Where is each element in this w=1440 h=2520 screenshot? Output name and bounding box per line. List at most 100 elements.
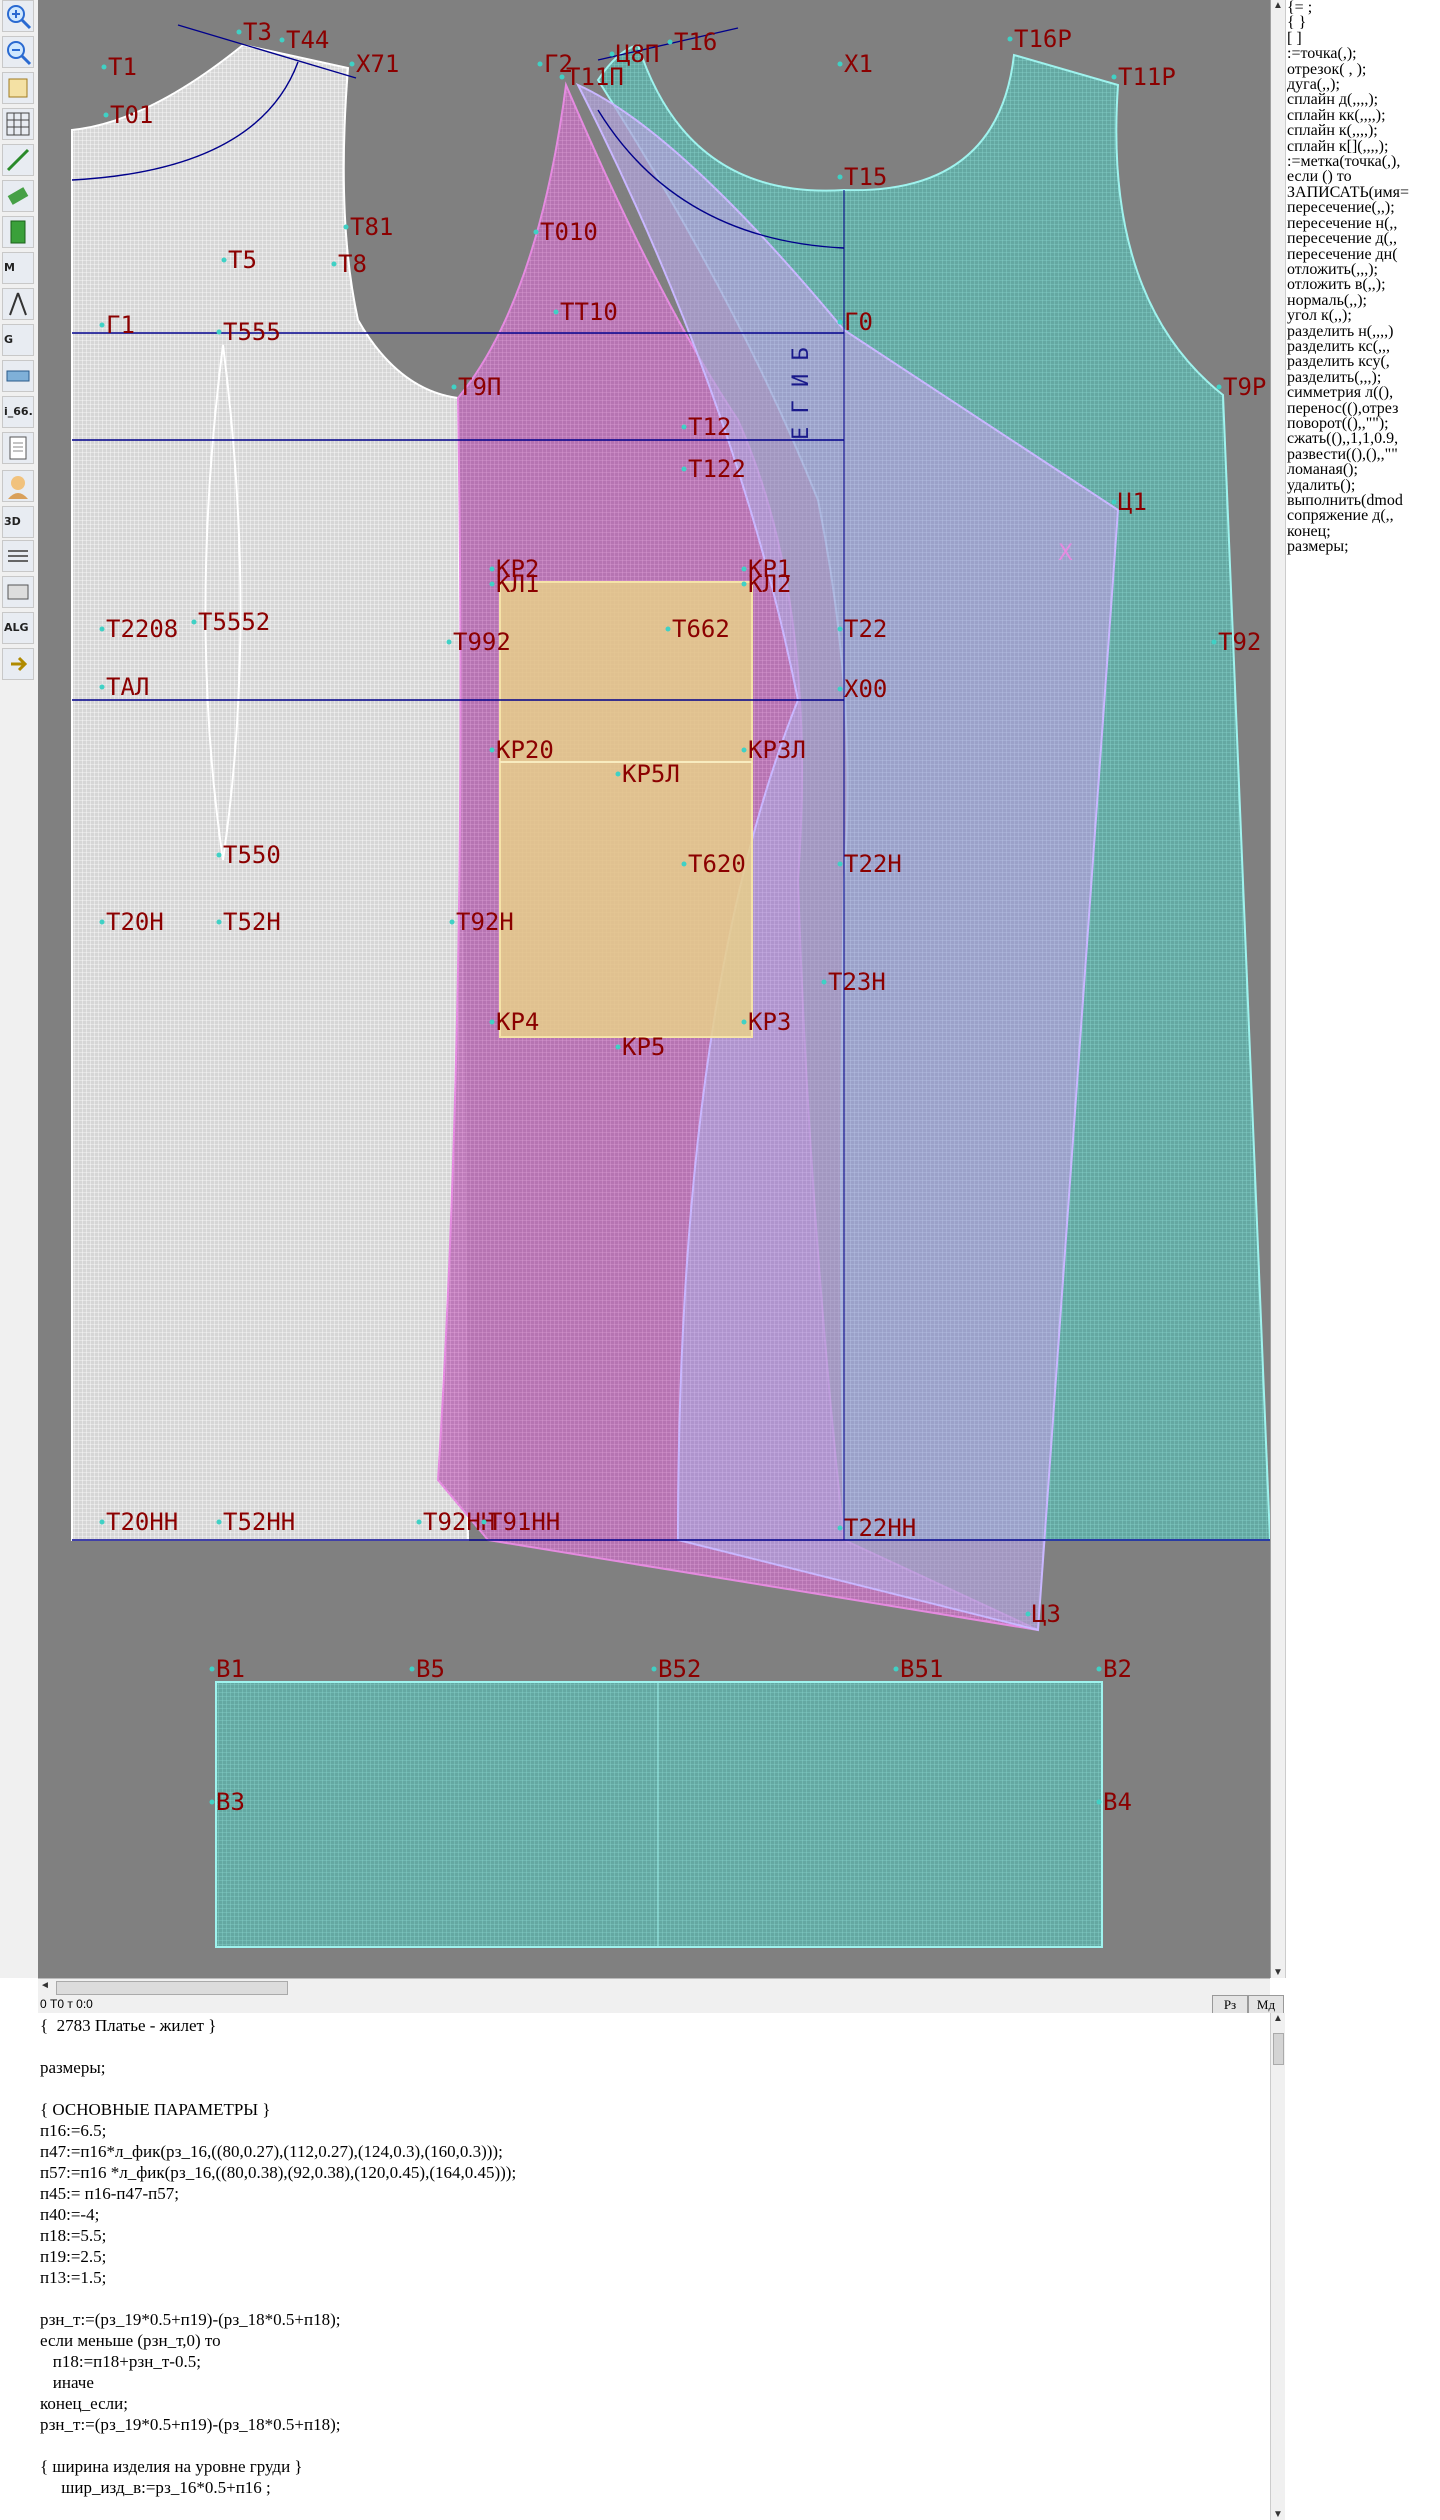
pocket-panel[interactable] bbox=[499, 581, 753, 1038]
measure-icon[interactable] bbox=[2, 360, 34, 392]
construction-point[interactable] bbox=[409, 1666, 415, 1672]
construction-point[interactable] bbox=[221, 257, 227, 263]
command-item[interactable]: [ ] bbox=[1287, 30, 1440, 46]
code-line[interactable]: рзн_т:=(рз_19*0.5+п19)-(рз_18*0.5+п18); bbox=[40, 2414, 1270, 2435]
code-editor-scrollbar[interactable]: ▲ ▼ bbox=[1270, 2013, 1285, 2520]
pattern-canvas[interactable]: Е Г И Б X T1 T3 T44 X71 T01 T81 T5 T8 Г1 T555 Г2 Ц8… bbox=[38, 0, 1270, 1978]
construction-point[interactable] bbox=[349, 61, 355, 67]
scroll-icon[interactable] bbox=[2, 72, 34, 104]
construction-point[interactable] bbox=[216, 919, 222, 925]
construction-point[interactable] bbox=[489, 1019, 495, 1025]
construction-point[interactable] bbox=[1025, 1611, 1031, 1617]
command-item[interactable]: выполнить(dmod bbox=[1287, 492, 1440, 508]
construction-point[interactable] bbox=[681, 861, 687, 867]
command-item[interactable]: если () то bbox=[1287, 169, 1440, 185]
command-item[interactable]: пересечение дн( bbox=[1287, 246, 1440, 262]
construction-point[interactable] bbox=[216, 1519, 222, 1525]
command-item[interactable]: симметрия л((), bbox=[1287, 384, 1440, 400]
construction-point[interactable] bbox=[1096, 1666, 1102, 1672]
ruler-icon[interactable] bbox=[2, 216, 34, 248]
construction-point[interactable] bbox=[1111, 499, 1117, 505]
code-line[interactable]: п47:=п16*л_фик(рз_16,((80,0.27),(112,0.2… bbox=[40, 2141, 1270, 2162]
back-panel[interactable] bbox=[71, 43, 470, 1541]
construction-point[interactable] bbox=[615, 771, 621, 777]
command-item[interactable]: отрезок( , ); bbox=[1287, 61, 1440, 77]
command-item[interactable]: сплайн к(,,,,); bbox=[1287, 123, 1440, 139]
construction-point[interactable] bbox=[489, 581, 495, 587]
construction-point[interactable] bbox=[1007, 36, 1013, 42]
construction-point[interactable] bbox=[741, 1019, 747, 1025]
construction-point[interactable] bbox=[609, 51, 615, 57]
construction-point[interactable] bbox=[837, 626, 843, 632]
construction-point[interactable] bbox=[667, 39, 673, 45]
construction-point[interactable] bbox=[615, 1044, 621, 1050]
construction-point[interactable] bbox=[101, 64, 107, 70]
scroll-down-icon[interactable]: ▼ bbox=[1273, 1967, 1283, 1978]
construction-point[interactable] bbox=[99, 684, 105, 690]
construction-point[interactable] bbox=[451, 384, 457, 390]
avatar-icon[interactable] bbox=[2, 470, 34, 502]
command-item[interactable]: разделить(,,,); bbox=[1287, 369, 1440, 385]
scroll-up-icon[interactable]: ▲ bbox=[1273, 2013, 1283, 2024]
construction-point[interactable] bbox=[651, 1666, 657, 1672]
command-item[interactable]: нормаль(,,); bbox=[1287, 292, 1440, 308]
code-line[interactable]: п57:=п16 *л_фик(рз_16,((80,0.38),(92,0.3… bbox=[40, 2162, 1270, 2183]
command-item[interactable]: отложить в(,,); bbox=[1287, 277, 1440, 293]
construction-point[interactable] bbox=[837, 61, 843, 67]
command-panel-scrollbar[interactable]: ▲ ▼ bbox=[1271, 0, 1286, 1978]
construction-point[interactable] bbox=[331, 261, 337, 267]
command-item[interactable]: {= ; bbox=[1287, 0, 1440, 16]
scroll-left-icon[interactable]: ◄ bbox=[40, 1980, 50, 1991]
stack-icon[interactable] bbox=[2, 576, 34, 608]
code-line[interactable]: п45:= п16-п47-п57; bbox=[40, 2183, 1270, 2204]
command-item[interactable]: размеры; bbox=[1287, 539, 1440, 555]
code-line[interactable]: размеры; bbox=[40, 2057, 1270, 2078]
construction-point[interactable] bbox=[481, 1519, 487, 1525]
scroll-up-icon[interactable]: ▲ bbox=[1273, 0, 1283, 11]
construction-point[interactable] bbox=[1216, 384, 1222, 390]
md-button[interactable]: Мд bbox=[1248, 1995, 1284, 2014]
construction-point[interactable] bbox=[216, 852, 222, 858]
command-item[interactable]: ломаная(); bbox=[1287, 461, 1440, 477]
code-line[interactable] bbox=[40, 2036, 1270, 2057]
command-item[interactable]: разделить кс(,,, bbox=[1287, 338, 1440, 354]
code-line[interactable]: шир_изд_в:=рз_16*0.5+п16 ; bbox=[40, 2477, 1270, 2498]
model-id-icon[interactable]: i_66. bbox=[2, 396, 34, 428]
construction-point[interactable] bbox=[821, 979, 827, 985]
macro-icon[interactable]: M bbox=[2, 252, 34, 284]
command-item[interactable]: удалить(); bbox=[1287, 477, 1440, 493]
construction-point[interactable] bbox=[837, 861, 843, 867]
layers-icon[interactable] bbox=[2, 540, 34, 572]
command-item[interactable]: разделить ксу(, bbox=[1287, 354, 1440, 370]
construction-point[interactable] bbox=[681, 466, 687, 472]
command-item[interactable]: поворот((),,""); bbox=[1287, 415, 1440, 431]
construction-point[interactable] bbox=[449, 919, 455, 925]
scroll-thumb[interactable] bbox=[1273, 2033, 1284, 2065]
construction-point[interactable] bbox=[236, 29, 242, 35]
code-line[interactable]: если меньше (рзн_т,0) то bbox=[40, 2330, 1270, 2351]
code-line[interactable]: п19:=2.5; bbox=[40, 2246, 1270, 2267]
scroll-down-icon[interactable]: ▼ bbox=[1273, 2509, 1283, 2520]
command-item[interactable]: отложить(,,,); bbox=[1287, 261, 1440, 277]
code-line[interactable]: { ширина изделия на уровне груди } bbox=[40, 2456, 1270, 2477]
construction-point[interactable] bbox=[553, 309, 559, 315]
command-item[interactable]: дуга(,,); bbox=[1287, 76, 1440, 92]
construction-point[interactable] bbox=[1111, 74, 1117, 80]
line-icon[interactable] bbox=[2, 144, 34, 176]
command-item[interactable]: ЗАПИСАТЬ(имя= bbox=[1287, 184, 1440, 200]
construction-point[interactable] bbox=[559, 74, 565, 80]
construction-point[interactable] bbox=[99, 626, 105, 632]
code-line[interactable] bbox=[40, 2288, 1270, 2309]
code-line[interactable]: { ОСНОВНЫЕ ПАРАМЕТРЫ } bbox=[40, 2099, 1270, 2120]
waistband-panel[interactable] bbox=[215, 1681, 1103, 1948]
code-line[interactable]: п18:=п18+рзн_т-0.5; bbox=[40, 2351, 1270, 2372]
command-item[interactable]: сплайн к[](,,,,); bbox=[1287, 138, 1440, 154]
construction-point[interactable] bbox=[209, 1799, 215, 1805]
construction-point[interactable] bbox=[837, 319, 843, 325]
code-line[interactable]: конец_если; bbox=[40, 2393, 1270, 2414]
command-item[interactable]: перенос((),отрез bbox=[1287, 400, 1440, 416]
construction-point[interactable] bbox=[741, 566, 747, 572]
code-line[interactable]: п40:=-4; bbox=[40, 2204, 1270, 2225]
code-line[interactable] bbox=[40, 2078, 1270, 2099]
construction-point[interactable] bbox=[446, 639, 452, 645]
